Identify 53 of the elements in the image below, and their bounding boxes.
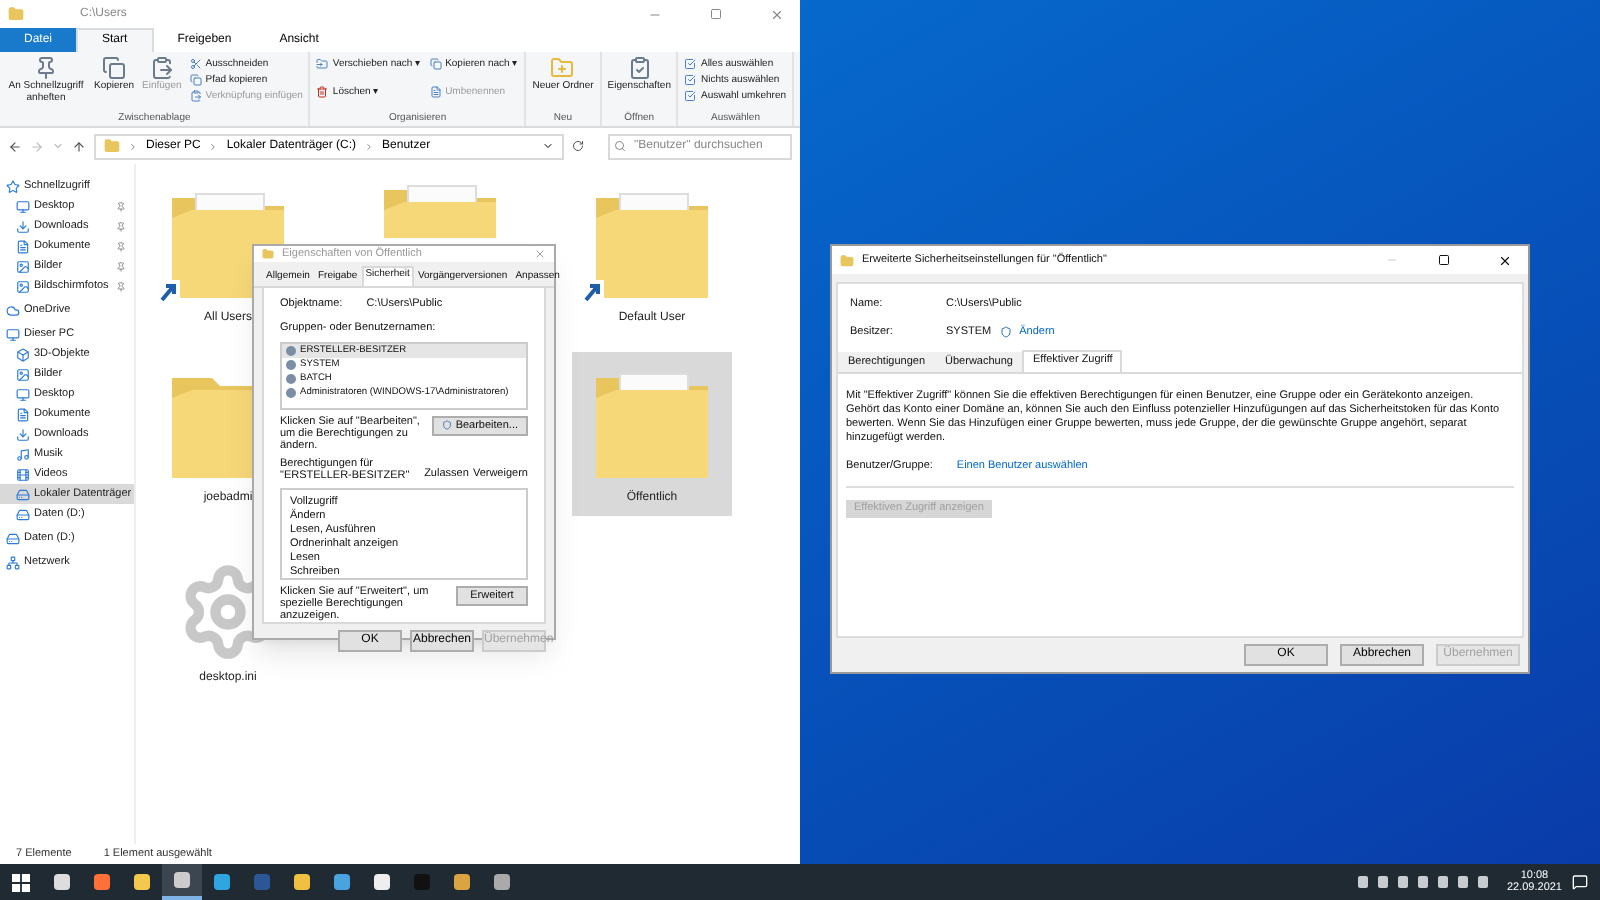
search-icon: [614, 140, 626, 152]
nav-item-icon: [6, 179, 20, 193]
ribbon-button-icon: [550, 56, 575, 80]
ribbon-button-icon: [429, 86, 442, 98]
nav-item-icon: [16, 427, 30, 441]
ribbon-button-icon: [149, 56, 174, 80]
nav-item-icon: [6, 555, 20, 569]
up-icon[interactable]: [72, 139, 86, 153]
dropdown-icon[interactable]: [542, 140, 554, 152]
nav-item-icon: [16, 447, 30, 461]
nav-item-icon: [16, 467, 30, 481]
ribbon-button-icon: [189, 74, 202, 86]
nav-item-icon: [16, 487, 30, 501]
ribbon-button-icon: [684, 74, 697, 86]
ribbon-button-icon: [316, 86, 329, 98]
nav-item-icon: [16, 367, 30, 381]
notification-icon[interactable]: [1572, 874, 1588, 890]
breadcrumb-chevron-icon: [208, 141, 219, 151]
ribbon-button-icon: [316, 58, 329, 70]
nav-item-icon: [6, 303, 20, 317]
ribbon-button-icon: [34, 56, 58, 80]
shield-icon: [441, 420, 452, 431]
ribbon-button-icon: [189, 58, 202, 70]
breadcrumb-chevron-icon: [128, 141, 138, 151]
nav-item-icon: [16, 259, 30, 273]
ribbon-button-icon: [684, 58, 697, 70]
ribbon-button-icon: [429, 58, 442, 70]
start-icon[interactable]: [12, 873, 30, 891]
ribbon-button-icon: [189, 90, 202, 102]
shield-icon: [999, 326, 1012, 339]
taskbar-app-icon[interactable]: [162, 864, 202, 900]
folder-icon: [262, 248, 274, 261]
nav-item-icon: [16, 219, 30, 233]
nav-item-icon: [16, 347, 30, 361]
folder-icon: [8, 6, 24, 22]
close-icon[interactable]: [1498, 253, 1512, 267]
back-icon[interactable]: [8, 139, 22, 153]
nav-item-icon: [16, 199, 30, 213]
folder-icon: [104, 138, 120, 154]
nav-item-icon: [6, 327, 20, 341]
nav-item-icon: [16, 407, 30, 421]
ribbon-button-icon: [627, 56, 652, 80]
nav-item-icon: [16, 279, 30, 293]
maximize-icon[interactable]: [1438, 254, 1450, 266]
ribbon-button-icon: [684, 90, 697, 102]
nav-item-icon: [6, 531, 20, 545]
breadcrumb-chevron-icon: [364, 141, 375, 151]
folder-icon: [840, 253, 854, 267]
nav-item-icon: [16, 239, 30, 253]
nav-item-icon: [16, 507, 30, 521]
ribbon-button-icon: [102, 56, 126, 80]
nav-item-icon: [16, 387, 30, 401]
refresh-icon[interactable]: [572, 140, 584, 152]
